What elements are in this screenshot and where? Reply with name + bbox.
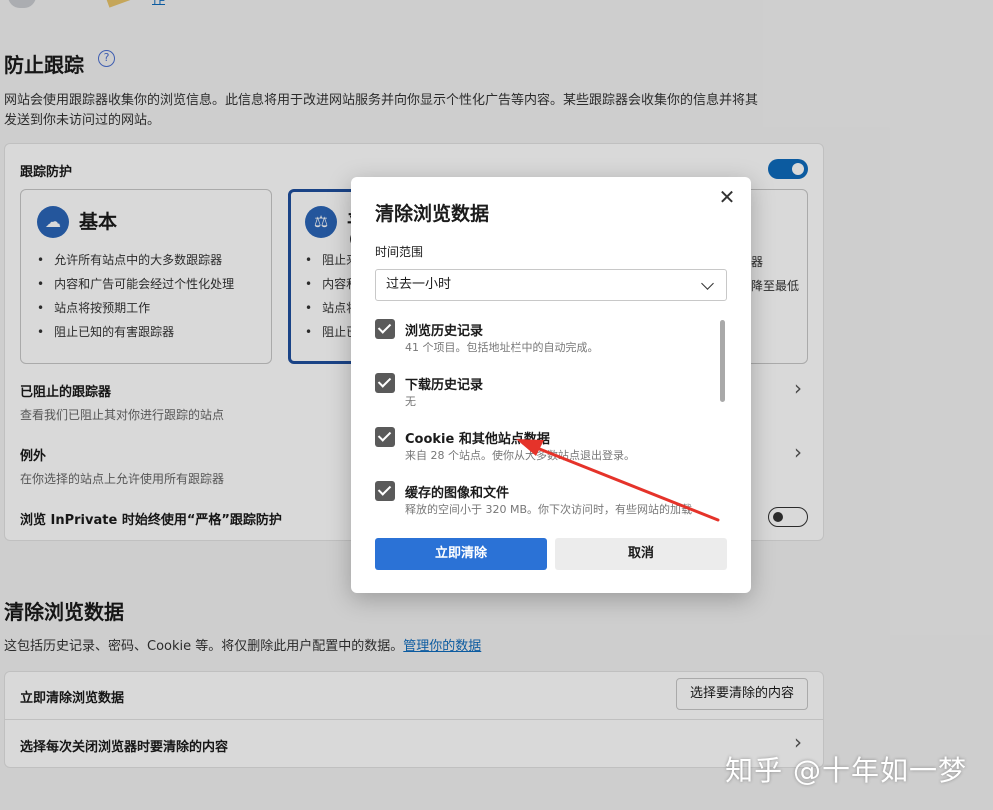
arrow-head	[516, 439, 544, 456]
arrow-shaft	[530, 444, 720, 522]
watermark: 知乎 @十年如一梦	[725, 754, 967, 787]
annotation-arrow	[516, 439, 720, 522]
